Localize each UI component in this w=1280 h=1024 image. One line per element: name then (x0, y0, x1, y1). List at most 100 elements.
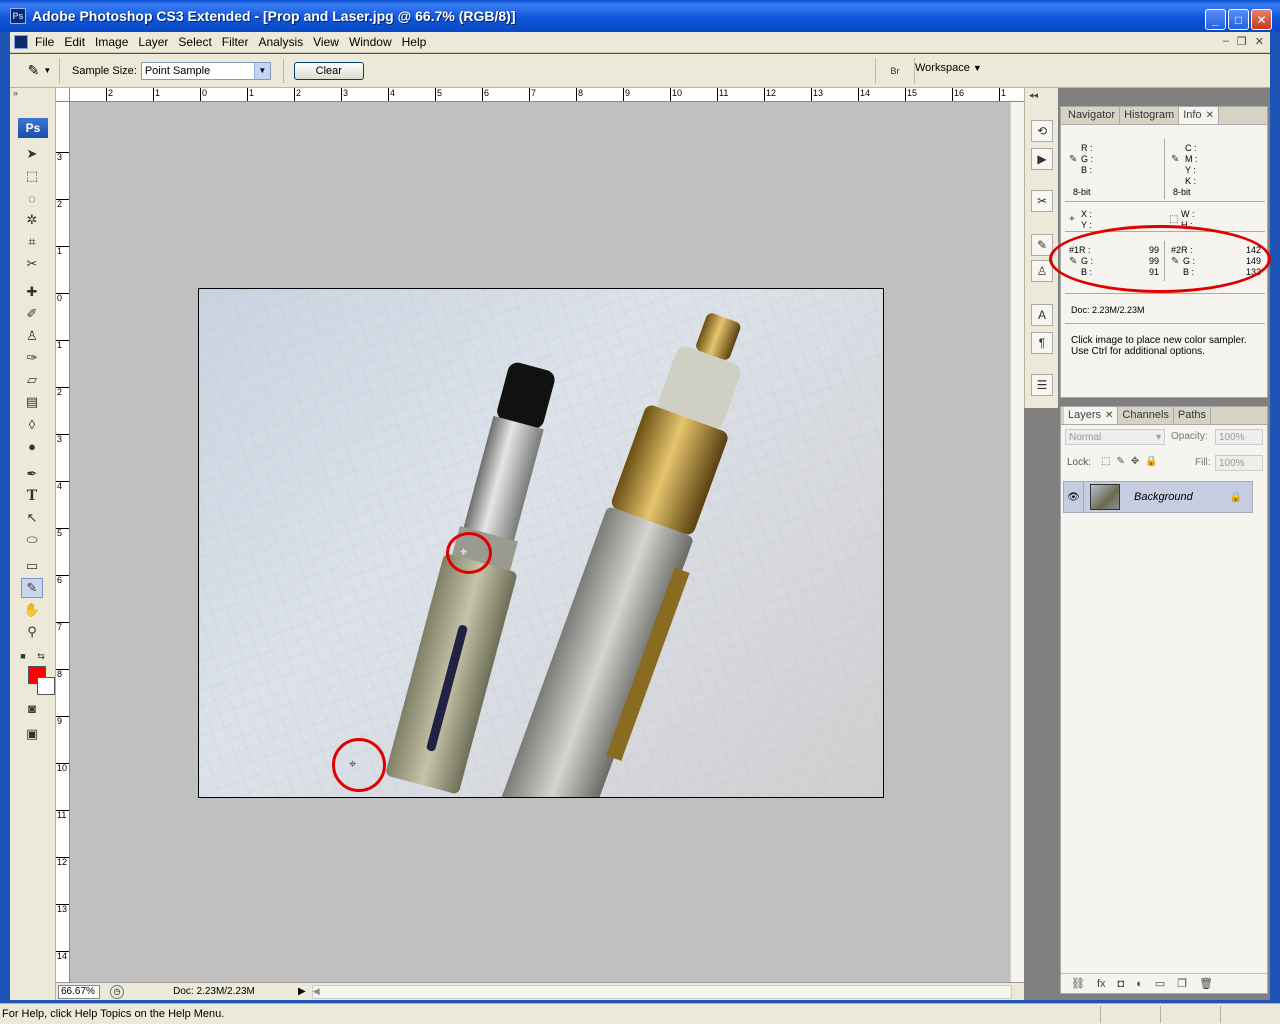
close-tab-icon[interactable]: ✕ (1105, 410, 1113, 421)
menu-filter[interactable]: Filter (219, 35, 256, 49)
background-color-swatch[interactable] (37, 677, 55, 695)
fill-field[interactable]: 100% (1215, 455, 1263, 471)
photoshop-logo[interactable]: Ps (18, 118, 48, 138)
path-selection-tool-icon[interactable]: ↖ (21, 508, 43, 528)
zoom-tool-icon[interactable]: ⚲ (21, 622, 43, 642)
doc-close-button[interactable]: ✕ (1255, 35, 1264, 48)
maximize-button[interactable]: □ (1228, 9, 1249, 30)
menu-help[interactable]: Help (399, 35, 434, 49)
status-bar: For Help, click Help Topics on the Help … (0, 1003, 1280, 1024)
adjustment-layer-icon[interactable]: ◐ (1136, 978, 1143, 990)
doc-restore-button[interactable]: ❐ (1237, 35, 1247, 48)
brush-tool-icon[interactable]: ✐ (21, 304, 43, 324)
layer-mask-icon[interactable]: ◘ (1118, 978, 1125, 990)
info-panel-group: Navigator Histogram Info ✕ R : G : B : 8-… (1049, 106, 1271, 398)
tab-paths[interactable]: Paths (1173, 407, 1212, 424)
tool-presets-icon[interactable]: ✂ (1031, 190, 1053, 212)
swap-colors-icon[interactable]: ⇆ (34, 646, 48, 666)
ruler-tick-label: 0 (56, 293, 69, 303)
bridge-icon[interactable]: Br (875, 58, 915, 84)
color-sampler-1-icon[interactable]: ⌖ (460, 544, 467, 560)
ruler-tick-label: 2 (56, 387, 69, 397)
menu-view[interactable]: View (310, 35, 346, 49)
type-tool-icon[interactable]: T (21, 486, 43, 506)
tab-channels[interactable]: Channels (1118, 407, 1174, 424)
menu-layer[interactable]: Layer (135, 35, 175, 49)
menu-select[interactable]: Select (175, 35, 218, 49)
tab-layers[interactable]: Layers ✕ (1064, 407, 1119, 424)
quick-mask-icon[interactable]: ◙ (21, 698, 43, 718)
menu-analysis[interactable]: Analysis (255, 35, 310, 49)
pen-tool-icon[interactable]: ✒ (21, 464, 43, 484)
crop-tool-icon[interactable]: ⌗ (21, 232, 43, 252)
workspace-menu[interactable]: Workspace ▼ (915, 62, 982, 74)
history-panel-icon[interactable]: ⟲ (1031, 120, 1053, 142)
dodge-tool-icon[interactable]: ● (21, 436, 43, 456)
character-panel-icon[interactable]: A (1031, 304, 1053, 326)
trash-icon[interactable]: 🗑 (1199, 977, 1213, 990)
toolbox-grip[interactable]: » (10, 88, 55, 100)
paragraph-panel-icon[interactable]: ¶ (1031, 332, 1053, 354)
color-sampler-tool-icon[interactable]: ✎ (21, 578, 43, 598)
gradient-tool-icon[interactable]: ▤ (21, 392, 43, 412)
menu-file[interactable]: File (32, 35, 61, 49)
document-image[interactable] (198, 288, 884, 798)
status-menu-arrow-icon[interactable]: ▶ (298, 986, 306, 997)
blend-mode-select[interactable]: Normal ▾ (1065, 429, 1165, 445)
vertical-ruler[interactable]: 3 2 1 0 1 2 3 4 5 6 7 8 9 10 11 12 13 14 (56, 102, 70, 986)
slice-tool-icon[interactable]: ✂ (21, 254, 43, 274)
tab-info[interactable]: Info ✕ (1179, 107, 1219, 124)
ruler-origin[interactable] (56, 88, 70, 102)
close-button[interactable]: ✕ (1251, 9, 1272, 30)
lock-options-icon[interactable]: ⬚✎✥🔒 (1101, 456, 1164, 467)
vertical-scrollbar[interactable] (1010, 102, 1024, 986)
blur-tool-icon[interactable]: ◊ (21, 414, 43, 434)
horizontal-scrollbar[interactable]: ◀ (311, 984, 1012, 999)
dock-collapse-icon[interactable]: ◂◂ (1025, 88, 1058, 103)
clear-button[interactable]: Clear (293, 61, 364, 80)
menu-edit[interactable]: Edit (61, 35, 92, 49)
link-layers-icon[interactable]: ⛓ (1071, 977, 1085, 990)
default-colors-icon[interactable]: ■ (16, 646, 30, 666)
screen-mode-icon[interactable]: ▣ (21, 724, 43, 744)
layer-style-icon[interactable]: fx (1097, 978, 1106, 990)
eyedropper-icon[interactable]: ✎ (1171, 154, 1179, 165)
opacity-field[interactable]: 100% (1215, 429, 1263, 445)
ellipse-tool-icon[interactable]: ⬭ (21, 530, 43, 550)
move-tool-icon[interactable]: ➤ (21, 144, 43, 164)
horizontal-ruler[interactable]: 2 1 0 1 2 3 4 5 6 7 8 9 10 11 12 13 14 15 16 1 (70, 88, 1024, 102)
menu-window[interactable]: Window (346, 35, 399, 49)
options-bar: ✎ ▼ Sample Size: Point Sample ▼ Clear Br … (10, 54, 1270, 88)
window-title: Adobe Photoshop CS3 Extended - [Prop and… (32, 8, 516, 24)
menu-image[interactable]: Image (92, 35, 135, 49)
document-icon[interactable] (14, 35, 28, 49)
color-sampler-2-icon[interactable]: ⌖ (349, 756, 356, 772)
eye-icon[interactable]: 👁 (1064, 482, 1084, 512)
layer-comps-icon[interactable]: ☰ (1031, 374, 1053, 396)
tab-histogram[interactable]: Histogram (1120, 107, 1180, 124)
sample-size-select[interactable]: Point Sample ▼ (140, 61, 271, 80)
zoom-field[interactable]: 66.67% (58, 984, 100, 999)
magic-wand-tool-icon[interactable]: ✲ (21, 210, 43, 230)
healing-brush-tool-icon[interactable]: ✚ (21, 282, 43, 302)
close-tab-icon[interactable]: ✕ (1206, 110, 1214, 121)
hand-tool-icon[interactable]: ✋ (21, 600, 43, 620)
actions-panel-icon[interactable]: ▶ (1031, 148, 1053, 170)
clone-stamp-tool-icon[interactable]: ♙ (21, 326, 43, 346)
new-group-icon[interactable]: ▭ (1155, 977, 1165, 990)
status-info-icon[interactable]: ◷ (110, 984, 124, 999)
new-layer-icon[interactable]: ❐ (1177, 977, 1187, 990)
photoshop-app-icon[interactable]: Ps (10, 8, 26, 24)
eyedropper-icon[interactable]: ✎ (1069, 154, 1077, 165)
marquee-tool-icon[interactable]: ⬚ (21, 166, 43, 186)
layers-footer: ⛓ fx ◘ ◐ ▭ ❐ 🗑 (1061, 973, 1267, 993)
eraser-tool-icon[interactable]: ▱ (21, 370, 43, 390)
lasso-tool-icon[interactable]: ◌ (21, 188, 43, 208)
tab-navigator[interactable]: Navigator (1064, 107, 1121, 124)
history-brush-tool-icon[interactable]: ✑ (21, 348, 43, 368)
minimize-button[interactable]: _ (1205, 9, 1226, 30)
notes-tool-icon[interactable]: ▭ (21, 556, 43, 576)
tool-preset-picker[interactable]: ✎ ▼ (20, 57, 60, 84)
layer-row[interactable]: 👁 Background 🔒 (1063, 481, 1253, 513)
doc-minimize-button[interactable]: – (1223, 35, 1229, 48)
